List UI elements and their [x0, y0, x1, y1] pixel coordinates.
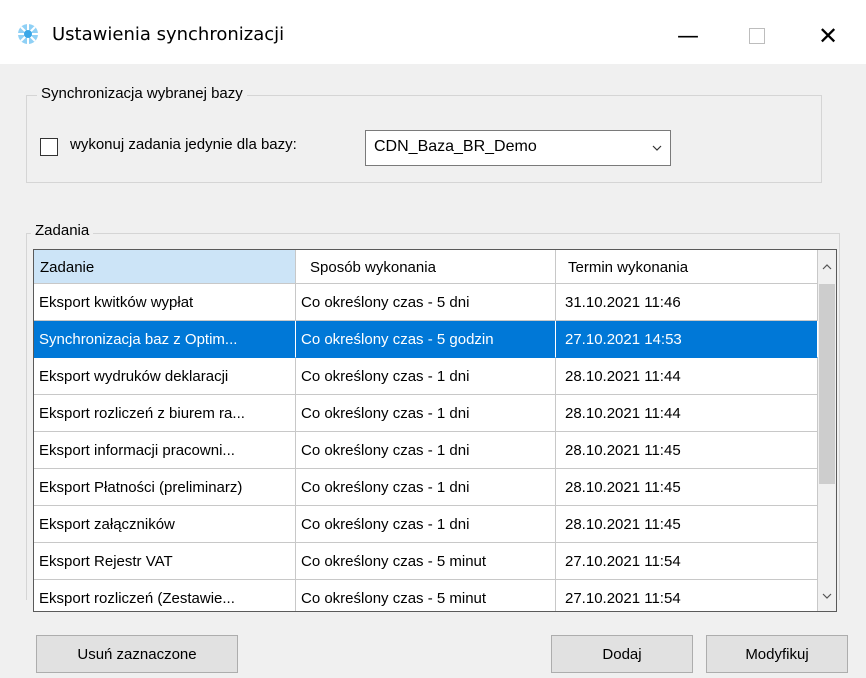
task-name-cell: Eksport kwitków wypłat	[34, 284, 296, 321]
task-mode-cell: Co określony czas - 5 minut	[296, 543, 556, 580]
vertical-scrollbar[interactable]	[818, 250, 836, 611]
task-mode-cell: Co określony czas - 1 dni	[296, 432, 556, 469]
background-strip	[0, 0, 866, 8]
database-combobox-value: CDN_Baza_BR_Demo	[374, 138, 537, 155]
scrollbar-thumb[interactable]	[819, 284, 835, 484]
task-mode-cell: Co określony czas - 5 minut	[296, 580, 556, 611]
task-name-cell: Eksport załączników	[34, 506, 296, 543]
task-name-cell: Eksport wydruków deklaracji	[34, 358, 296, 395]
title-bar: Ustawienia synchronizacji — ✕	[0, 8, 866, 64]
sync-gear-icon	[18, 24, 38, 44]
table-row[interactable]: Eksport rozliczeń z biurem ra... Co okre…	[34, 395, 818, 432]
scroll-up-button[interactable]	[818, 250, 836, 284]
minimize-button[interactable]: —	[660, 8, 716, 64]
task-mode-cell: Co określony czas - 1 dni	[296, 506, 556, 543]
database-combobox[interactable]: CDN_Baza_BR_Demo	[365, 130, 671, 166]
table-row[interactable]: Eksport rozliczeń (Zestawie... Co określ…	[34, 580, 818, 611]
task-mode-cell: Co określony czas - 1 dni	[296, 395, 556, 432]
task-date-cell: 27.10.2021 11:54	[556, 543, 818, 580]
chevron-up-icon	[822, 264, 832, 270]
task-mode-cell: Co określony czas - 5 dni	[296, 284, 556, 321]
task-date-cell: 27.10.2021 14:53	[556, 321, 818, 358]
task-date-cell: 28.10.2021 11:45	[556, 432, 818, 469]
task-name-cell: Eksport rozliczeń (Zestawie...	[34, 580, 296, 611]
task-mode-cell: Co określony czas - 1 dni	[296, 358, 556, 395]
database-only-label[interactable]: wykonuj zadania jedynie dla bazy:	[70, 136, 297, 153]
task-mode-cell: Co określony czas - 1 dni	[296, 469, 556, 506]
task-name-cell: Eksport Płatności (preliminarz)	[34, 469, 296, 506]
table-row[interactable]: Eksport Rejestr VAT Co określony czas - …	[34, 543, 818, 580]
add-button[interactable]: Dodaj	[551, 635, 693, 673]
tasks-group-legend: Zadania	[31, 222, 94, 239]
task-name-cell: Eksport informacji pracowni...	[34, 432, 296, 469]
task-name-cell: Eksport Rejestr VAT	[34, 543, 296, 580]
task-date-cell: 28.10.2021 11:44	[556, 395, 818, 432]
sync-group-legend: Synchronizacja wybranej bazy	[37, 85, 247, 102]
task-date-cell: 28.10.2021 11:44	[556, 358, 818, 395]
table-row[interactable]: Eksport załączników Co określony czas - …	[34, 506, 818, 543]
table-row[interactable]: Eksport informacji pracowni... Co określ…	[34, 432, 818, 469]
maximize-icon	[749, 28, 765, 44]
task-date-cell: 31.10.2021 11:46	[556, 284, 818, 321]
window-title: Ustawienia synchronizacji	[52, 24, 285, 45]
column-header-mode[interactable]: Sposób wykonania	[296, 250, 556, 284]
chevron-down-icon	[822, 593, 832, 599]
task-date-cell: 27.10.2021 11:54	[556, 580, 818, 611]
database-only-checkbox[interactable]	[40, 138, 58, 156]
scroll-down-button[interactable]	[818, 581, 836, 611]
column-header-task[interactable]: Zadanie	[34, 250, 296, 284]
table-row-selected[interactable]: Synchronizacja baz z Optim... Co określo…	[34, 321, 818, 358]
column-header-date[interactable]: Termin wykonania	[556, 250, 818, 284]
tasks-grid: Zadanie Sposób wykonania Termin wykonani…	[33, 249, 837, 612]
delete-selected-button[interactable]: Usuń zaznaczone	[36, 635, 238, 673]
task-name-cell: Synchronizacja baz z Optim...	[34, 321, 296, 358]
modify-button[interactable]: Modyfikuj	[706, 635, 848, 673]
chevron-down-icon	[652, 145, 662, 151]
close-button[interactable]: ✕	[800, 8, 856, 64]
task-mode-cell: Co określony czas - 5 godzin	[296, 321, 556, 358]
maximize-button[interactable]	[729, 8, 785, 64]
table-row[interactable]: Eksport kwitków wypłat Co określony czas…	[34, 284, 818, 321]
task-date-cell: 28.10.2021 11:45	[556, 469, 818, 506]
table-row[interactable]: Eksport wydruków deklaracji Co określony…	[34, 358, 818, 395]
table-row[interactable]: Eksport Płatności (preliminarz) Co okreś…	[34, 469, 818, 506]
task-date-cell: 28.10.2021 11:45	[556, 506, 818, 543]
task-name-cell: Eksport rozliczeń z biurem ra...	[34, 395, 296, 432]
